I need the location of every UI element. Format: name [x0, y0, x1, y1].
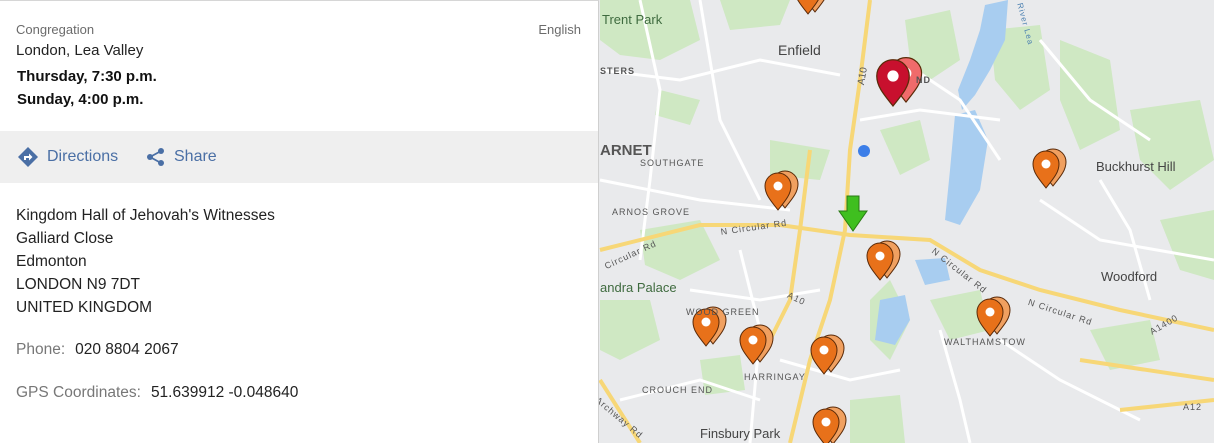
map-label-southgate: SOUTHGATE — [640, 158, 705, 168]
map-label-woodford: Woodford — [1101, 269, 1158, 284]
gps-row: GPS Coordinates: 51.639912 -0.048640 — [16, 384, 298, 402]
map-label-sters: STERS — [600, 66, 636, 76]
map-label-alexandra-palace: andra Palace — [600, 280, 677, 295]
map-label-barnet: ARNET — [600, 142, 652, 159]
share-icon — [147, 148, 164, 166]
map-label-trent-park: Trent Park — [602, 12, 663, 27]
gps-label: GPS Coordinates: — [16, 384, 141, 401]
phone-row: Phone: 020 8804 2067 — [16, 341, 179, 359]
phone-label: Phone: — [16, 341, 66, 358]
address-line: Galliard Close — [16, 230, 114, 247]
panel-header: Congregation English London, Lea Valley … — [0, 1, 598, 131]
language-label: English — [538, 22, 581, 37]
action-bar: Directions Share — [0, 131, 598, 183]
current-location-dot — [858, 145, 870, 157]
congregation-kind: Congregation — [16, 22, 95, 37]
address-line: Kingdom Hall of Jehovah's Witnesses — [16, 207, 275, 224]
share-label: Share — [174, 148, 217, 165]
map-label-buckhurst-hill: Buckhurst Hill — [1096, 159, 1176, 174]
map-label-a12: A12 — [1183, 402, 1203, 412]
address-line: LONDON N9 7DT — [16, 276, 141, 293]
map-label-walthamstow: WALTHAMSTOW — [944, 337, 1026, 347]
map-label-harringay: HARRINGAY — [744, 372, 806, 382]
meeting-time: Thursday, 7:30 p.m. — [17, 68, 157, 85]
directions-icon — [18, 147, 38, 167]
gps-coordinates: 51.639912 -0.048640 — [150, 384, 299, 401]
phone-number[interactable]: 020 8804 2067 — [75, 341, 178, 358]
directions-label: Directions — [47, 148, 119, 165]
address-line: UNITED KINGDOM — [16, 299, 153, 316]
congregation-name: London, Lea Valley — [16, 42, 144, 59]
congregation-panel: Congregation English London, Lea Valley … — [0, 0, 599, 443]
map-label-crouch-end: CROUCH END — [642, 385, 714, 395]
meeting-time: Sunday, 4:00 p.m. — [17, 91, 144, 108]
map-label-finsbury-park: Finsbury Park — [700, 426, 781, 441]
map-label-enfield: Enfield — [778, 42, 821, 58]
address-block: Kingdom Hall of Jehovah's Witnesses Gall… — [16, 204, 275, 319]
directions-button[interactable]: Directions — [17, 131, 118, 183]
map-label-arnos-grove: ARNOS GROVE — [612, 207, 691, 217]
address-line: Edmonton — [16, 253, 87, 270]
map-label-ponders-end-partial: ND — [916, 75, 931, 85]
share-button[interactable]: Share — [146, 131, 217, 183]
map-label-wood-green: WOOD GREEN — [686, 307, 760, 317]
